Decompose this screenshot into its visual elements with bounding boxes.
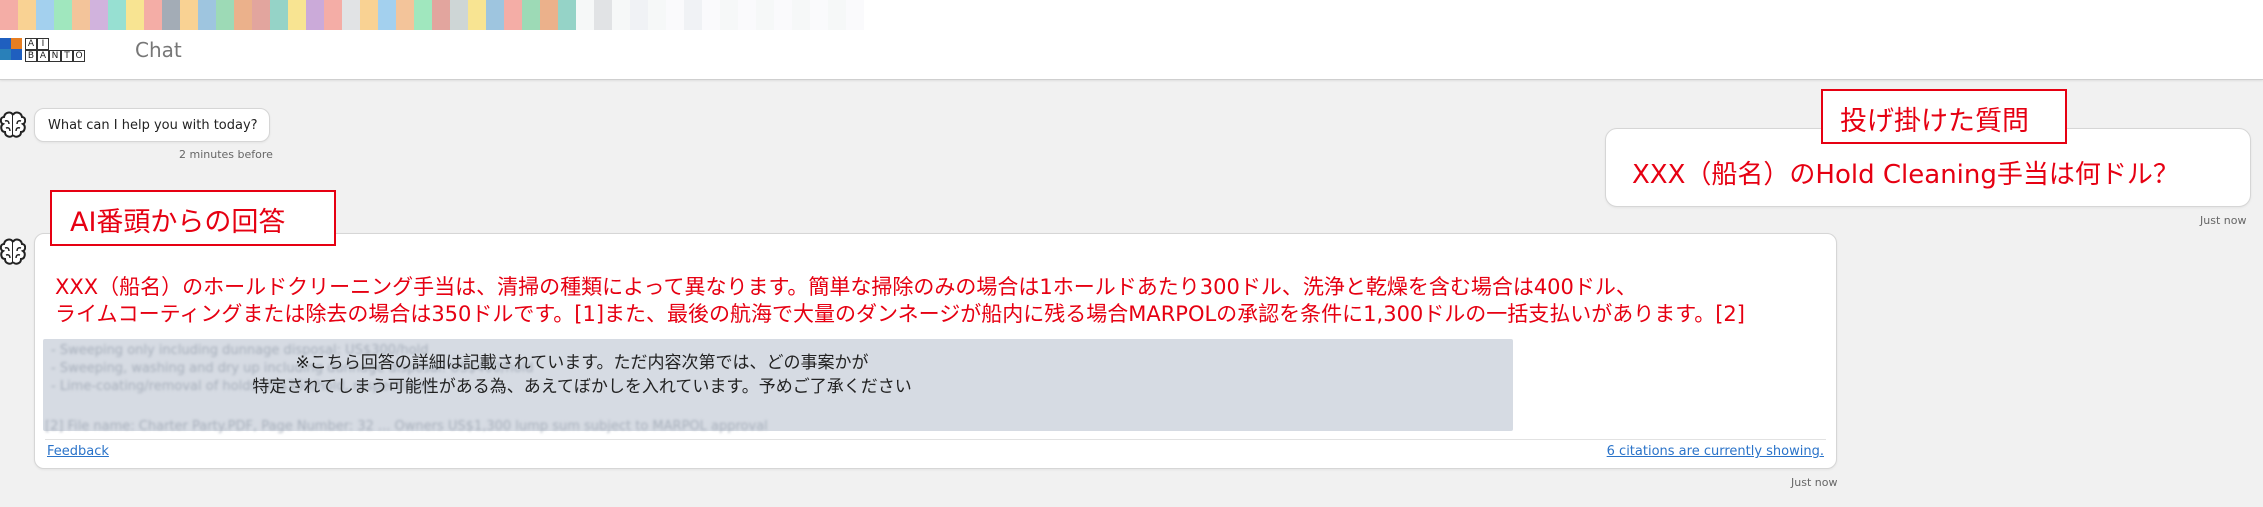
answer-line: XXX（船名）のホールドクリーニング手当は、清掃の種類によって異なります。簡単な… [55, 275, 1637, 299]
brain-icon [0, 107, 27, 143]
answer-text: XXX（船名）のホールドクリーニング手当は、清掃の種類によって異なります。簡単な… [55, 274, 1745, 328]
blur-notice-line: ※こちら回答の詳細は記載されています。ただ内容次第では、どの事案かが [295, 353, 869, 373]
blur-notice: ※こちら回答の詳細は記載されています。ただ内容次第では、どの事案かが 特定されて… [43, 351, 1121, 399]
logo-letter: A [25, 38, 37, 50]
question-timestamp: Just now [2200, 214, 2247, 227]
citations-link[interactable]: 6 citations are currently showing. [1607, 444, 1824, 459]
blur-notice-line: 特定されてしまう可能性がある為、あえてぼかしを入れています。予めご了承ください [252, 377, 912, 397]
greeting-text: What can I help you with today? [48, 118, 258, 133]
answer-line: ライムコーティングまたは除去の場合は350ドルです。[1]また、最後の航海で大量… [55, 302, 1745, 326]
assistant-greeting-bubble: What can I help you with today? [34, 108, 270, 142]
logo-square-icon [0, 49, 11, 60]
logo-letter: A [37, 50, 49, 62]
logo-letter: O [73, 50, 85, 62]
blurred-citation-reference: [2] File name: Charter Party.PDF, Page N… [45, 419, 768, 434]
question-annotation-label: 投げ掛けた質問 [1821, 89, 2067, 144]
blurred-citation-details: - Sweeping only including dunnage dispos… [43, 339, 1513, 431]
logo-letter: N [49, 50, 61, 62]
user-message-text: XXX（船名）のHold Cleaning手当は何ドル？ [1632, 160, 2179, 190]
aibanto-logo[interactable]: A I B A N T O [0, 35, 108, 65]
assistant-answer-bubble: XXX（船名）のホールドクリーニング手当は、清掃の種類によって異なります。簡単な… [34, 233, 1837, 469]
header-decoration [0, 0, 900, 30]
app-header: A I B A N T O Chat [0, 0, 2263, 80]
page-title: Chat [135, 38, 182, 62]
logo-square-icon [0, 38, 11, 49]
answer-timestamp: Just now [1791, 476, 1838, 489]
greeting-timestamp: 2 minutes before [179, 148, 273, 161]
logo-letter: I [37, 38, 49, 50]
answer-annotation-label: AI番頭からの回答 [50, 190, 336, 246]
logo-square-icon [11, 38, 22, 49]
logo-letter: T [61, 50, 73, 62]
divider [45, 439, 1826, 440]
brain-icon [0, 234, 27, 270]
logo-letter: B [25, 50, 37, 62]
feedback-link[interactable]: Feedback [47, 444, 109, 459]
logo-square-icon [11, 49, 22, 60]
